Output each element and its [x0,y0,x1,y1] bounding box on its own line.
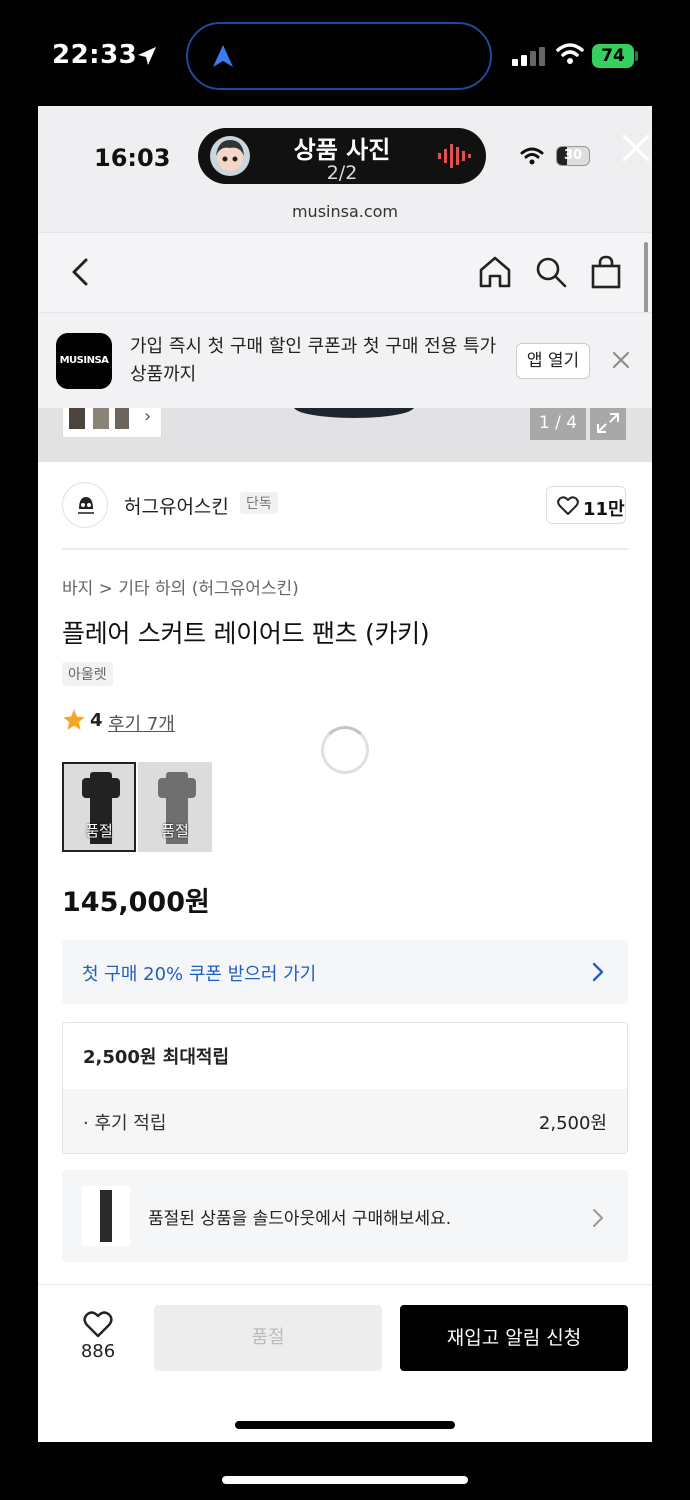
audio-wave-icon [438,144,471,168]
heart-icon [83,1311,113,1338]
color-option-gray[interactable]: 품절 [138,762,212,852]
wishlist-button[interactable]: 886 [62,1301,134,1371]
site-domain: musinsa.com [291,202,399,221]
points-header: 2,500원 최대적립 [83,1047,230,1068]
soldout-banner-text: 품절된 상품을 솔드아웃에서 구매해보세요. [148,1209,452,1229]
search-icon[interactable] [534,255,568,289]
first-purchase-coupon-banner[interactable]: 첫 구매 20% 쿠폰 받으러 가기 [62,940,628,1004]
chevron-right-icon[interactable]: › [144,408,151,427]
image-counter: 1 / 4 [530,408,586,440]
battery-indicator: 74 [592,44,634,68]
option-soldout-label: 품절 [161,822,189,840]
chevron-right-icon [593,1209,603,1227]
review-link[interactable]: 후기 7개 [108,710,175,736]
product-title: 플레어 스커트 레이어드 팬츠 (카키) [62,619,430,648]
product-thumbnail [82,1186,130,1246]
rating-score: 4 [90,710,103,731]
wifi-icon [520,147,544,165]
expand-icon[interactable] [590,408,626,440]
dynamic-island[interactable] [186,22,492,90]
battery-level: 30 [563,148,583,163]
home-indicator[interactable] [222,1476,468,1484]
musinsa-logo: MUSINSA [56,333,112,389]
product-image-carousel[interactable]: › 1 / 4 [38,408,652,462]
screenshot-viewer: 16:03 상품 사진 2/2 30 musinsa.com MUSINSA 가… [38,106,652,1442]
viewer-header: 16:03 상품 사진 2/2 30 musinsa.com [38,106,652,232]
home-icon[interactable] [478,255,512,289]
star-icon [63,709,85,730]
wishlist-count: 886 [80,1341,116,1362]
navigation-arrow-icon [213,45,233,67]
divider [62,548,628,550]
points-box: 2,500원 최대적립 · 후기 적립 2,500원 [62,1022,628,1154]
brand-like-button[interactable]: 11만 [546,486,626,524]
color-option-khaki[interactable]: 품절 [62,762,136,852]
soldout-button[interactable]: 품절 [154,1305,382,1371]
wifi-icon [556,43,584,64]
review-points-value: 2,500원 [538,1113,607,1134]
coupon-text: 첫 구매 20% 쿠폰 받으러 가기 [82,964,317,985]
exclusive-badge: 단독 [240,492,278,514]
banner-text: 가입 즉시 첫 구매 할인 쿠폰과 첫 구매 전용 특가 상품까지 [130,336,497,385]
outlet-badge: 아울렛 [62,662,113,686]
review-points-label: · 후기 적립 [83,1113,167,1134]
device-status-bar: 22:33 74 [0,0,690,106]
heart-icon [557,496,579,515]
shopping-bag-icon[interactable] [590,255,622,289]
product-price: 145,000원 [62,887,210,918]
cellular-signal-icon [512,47,545,66]
breadcrumb[interactable]: 바지 > 기타 하의 (허그유어스킨) [62,574,299,599]
close-icon[interactable] [612,351,630,369]
purchase-bar: 886 품절 재입고 알림 신청 [38,1284,652,1442]
brand-like-count: 11만 [583,499,625,520]
site-navbar [38,232,652,312]
open-app-button[interactable]: 앱 열기 [516,343,590,379]
viewer-time: 16:03 [94,144,171,172]
loading-spinner-icon [321,726,369,774]
home-indicator[interactable] [235,1421,455,1429]
product-image [294,408,414,418]
battery-tip [635,51,638,61]
close-icon[interactable] [622,134,650,162]
battery-indicator: 30 [556,146,590,166]
device-time: 22:33 [52,40,138,70]
restock-alert-button[interactable]: 재입고 알림 신청 [400,1305,628,1371]
option-soldout-label: 품절 [85,822,113,840]
photo-pill[interactable]: 상품 사진 2/2 [198,128,486,184]
brand-name[interactable]: 허그유어스킨 [124,492,229,519]
chevron-right-icon [592,962,604,982]
soldout-marketplace-banner[interactable]: 품절된 상품을 솔드아웃에서 구매해보세요. [62,1170,628,1262]
app-install-banner: MUSINSA 가입 즉시 첫 구매 할인 쿠폰과 첫 구매 전용 특가 상품까… [38,312,652,408]
location-arrow-icon [138,47,156,65]
back-icon[interactable] [70,257,90,287]
brand-logo[interactable] [62,482,108,528]
